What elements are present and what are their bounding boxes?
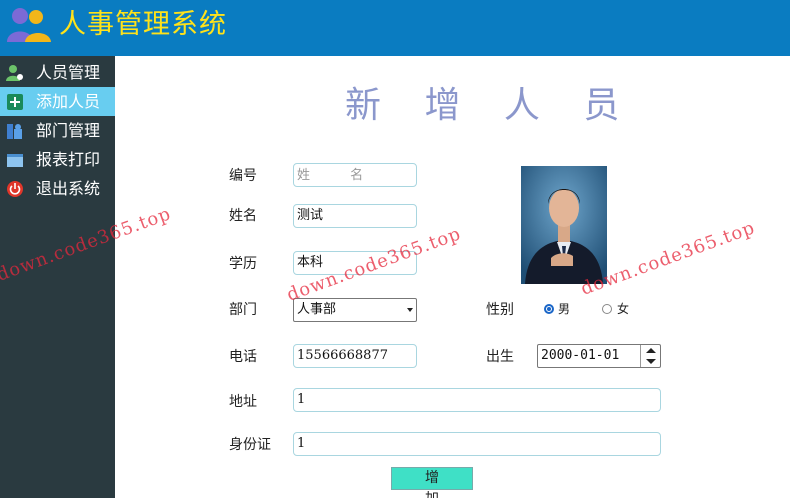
sidebar-item-label: 退出系统	[36, 179, 101, 198]
id-input[interactable]	[293, 163, 417, 187]
department-label: 部门	[229, 302, 257, 318]
spinner-down-icon[interactable]	[646, 359, 656, 364]
sidebar-item-label: 添加人员	[36, 92, 101, 111]
gender-female-label: 女	[617, 302, 630, 316]
sidebar-item-label: 报表打印	[36, 150, 101, 169]
phone-label: 电话	[229, 349, 257, 365]
gender-male-label: 男	[558, 302, 571, 316]
name-label: 姓名	[229, 208, 257, 224]
add-icon	[7, 94, 23, 110]
id-label: 编号	[229, 168, 257, 184]
name-input[interactable]: 测试	[293, 204, 417, 228]
birth-label: 出生	[486, 349, 514, 365]
birth-date-picker[interactable]: 2000-01-01	[537, 344, 661, 368]
app-title: 人事管理系统	[59, 9, 227, 40]
page-title: 新 增 人 员	[345, 85, 636, 126]
spinner-up-icon[interactable]	[646, 348, 656, 353]
sidebar-item-label: 人员管理	[36, 63, 101, 82]
address-label: 地址	[229, 394, 257, 410]
department-value: 人事部	[297, 302, 337, 317]
gender-label: 性别	[486, 302, 514, 318]
sidebar-item-staff-manage[interactable]: 人员管理	[0, 58, 115, 87]
department-select[interactable]: 人事部	[293, 298, 417, 322]
department-icon	[7, 124, 22, 139]
phone-input[interactable]: 15566668877	[293, 344, 417, 368]
chevron-down-icon	[407, 308, 413, 312]
sidebar-item-department[interactable]: 部门管理	[0, 116, 115, 145]
sidebar-item-logout[interactable]: 退出系统	[0, 174, 115, 203]
app-header: 人事管理系统	[0, 0, 790, 56]
main-content: 新 增 人 员 编号 姓名 测试 学历 本科 部门 人事部 性别 男 女 电话 …	[115, 56, 790, 498]
education-label: 学历	[229, 256, 257, 272]
person-photo-icon	[521, 166, 607, 284]
sidebar-item-add-staff[interactable]: 添加人员	[0, 87, 115, 116]
sidebar-item-label: 部门管理	[36, 121, 101, 140]
sidebar-item-report[interactable]: 报表打印	[0, 145, 115, 174]
user-manage-icon	[6, 65, 23, 81]
idcard-input[interactable]: 1	[293, 432, 661, 456]
birth-date-value: 2000-01-01	[541, 348, 620, 363]
power-icon	[7, 181, 23, 197]
gender-female-radio[interactable]	[602, 304, 612, 314]
users-logo-icon	[7, 8, 51, 42]
idcard-label: 身份证	[229, 437, 271, 453]
report-icon	[7, 154, 23, 167]
date-spinner[interactable]	[640, 345, 660, 367]
add-button[interactable]: 增 加	[391, 467, 473, 498]
gender-male-radio[interactable]	[544, 304, 554, 314]
address-input[interactable]: 1	[293, 388, 661, 412]
profile-photo	[521, 166, 607, 284]
